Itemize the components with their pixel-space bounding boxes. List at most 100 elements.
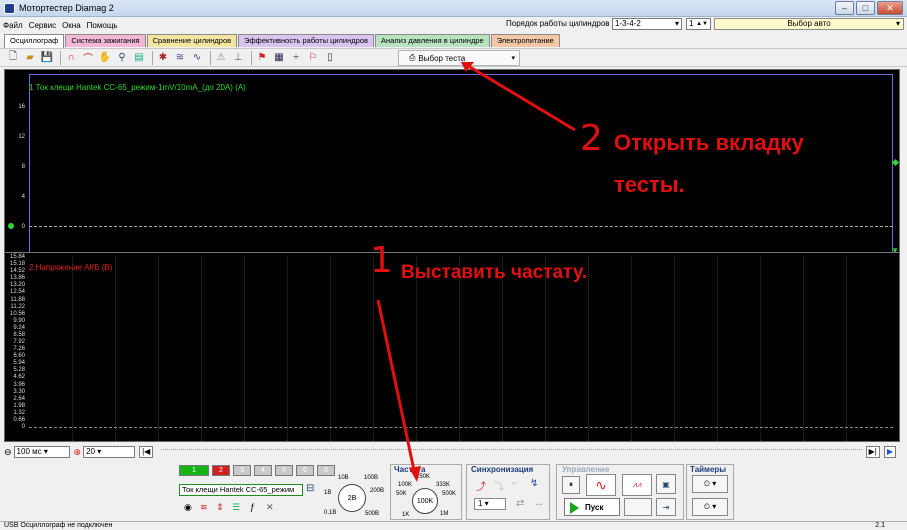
channel-2-tick: 11.22 xyxy=(10,303,25,310)
eye-icon[interactable]: ◉ xyxy=(184,502,192,513)
time-minus-icon[interactable]: ⊖ xyxy=(4,447,12,458)
time-plus-icon[interactable]: ⊕ xyxy=(74,447,82,458)
chevron-down-icon: ▾ xyxy=(895,19,900,28)
open-folder-icon[interactable]: ▰ xyxy=(23,51,37,65)
step-back-button[interactable]: |◀ xyxy=(139,446,154,458)
cylinder-order-label: Порядок работы цилиндров xyxy=(506,19,610,28)
channel-button-3[interactable]: 3 xyxy=(233,465,251,476)
lines-icon[interactable]: ☰ xyxy=(232,502,240,513)
channel-button-0[interactable]: 0 xyxy=(317,465,335,476)
time-base-select[interactable]: 100 мс ▾ xyxy=(13,446,70,458)
channel-2-tick: 11.88 xyxy=(10,296,25,303)
channel-button-6[interactable]: 6 xyxy=(296,465,314,476)
table-icon[interactable]: ▦ xyxy=(272,51,286,65)
flag-icon[interactable]: ⚐ xyxy=(306,51,320,65)
auto-select[interactable]: Выбор авто ▾ xyxy=(714,18,904,30)
warning-icon[interactable]: ⚠ xyxy=(214,51,228,65)
channel-button-5[interactable]: 5 xyxy=(275,465,293,476)
probe-select[interactable]: Ток клещи Hantek CC-65_режим xyxy=(179,484,303,496)
control-title: Управление xyxy=(562,465,610,474)
sync-arrows-icon[interactable]: ↔ xyxy=(534,498,544,509)
sync-rise-icon[interactable]: ⤴ xyxy=(476,478,486,493)
channel-button-4[interactable]: 4 xyxy=(254,465,272,476)
sync-channel-select[interactable]: 1 ▾ xyxy=(474,498,506,510)
spin-arrows-icon: ▲▼ xyxy=(696,21,708,27)
new-file-icon[interactable]: 🗋 xyxy=(6,51,20,65)
channel-2-tick: 7.26 xyxy=(13,346,25,353)
wave-filter-icon[interactable]: ≋ xyxy=(200,502,208,513)
cylinder-order-select[interactable]: 1-3-4-2 ▾ xyxy=(612,18,682,30)
magnet-icon[interactable]: ∩ xyxy=(64,51,78,65)
sine-mode-button[interactable]: ∿ xyxy=(586,474,616,496)
sync-step-icon[interactable]: ⌐ xyxy=(512,478,518,489)
filter-icon[interactable]: ▤ xyxy=(132,51,146,65)
cylinder-spin[interactable]: 1 ▲▼ xyxy=(686,18,711,30)
tab-ignition[interactable]: Система зажигания xyxy=(65,34,146,47)
menu-service[interactable]: Сервис xyxy=(26,21,59,30)
sync-fall-icon[interactable]: ⤵ xyxy=(494,478,504,493)
scrollbar[interactable] xyxy=(161,449,862,455)
channel-1-zero-line xyxy=(29,226,893,227)
scale-select[interactable]: 20 ▾ xyxy=(83,446,136,458)
tools-icon[interactable]: ✕ xyxy=(266,502,274,513)
tab-pressure-analysis[interactable]: Анализ давления в цилиндре xyxy=(374,34,490,47)
channel-2-tick: 1.32 xyxy=(13,409,25,416)
trigger-icon[interactable]: ⊥ xyxy=(231,51,245,65)
flag-filter-icon[interactable]: ⚑ xyxy=(255,51,269,65)
screen-mode-button[interactable]: ▣ xyxy=(656,474,676,494)
channel-1-label: 1 Ток клещи Hantek CC-65_режим-1mV/10mA_… xyxy=(29,83,246,92)
menu-windows[interactable]: Окна xyxy=(59,21,84,30)
maximize-button[interactable]: □ xyxy=(856,1,875,15)
freq-mark-1k: 1K xyxy=(402,512,410,518)
save-icon[interactable]: 💾 xyxy=(40,51,54,65)
channel-1-level-marker[interactable] xyxy=(891,158,900,167)
curve-icon[interactable]: ⌒ xyxy=(81,51,95,65)
sync-cross-icon[interactable]: ⇄ xyxy=(516,498,524,509)
hand-icon[interactable]: ✋ xyxy=(98,51,112,65)
close-button[interactable]: ✕ xyxy=(877,1,903,15)
split-icon[interactable]: ÷ xyxy=(289,51,303,65)
annotation-2-text-line1: Открыть вкладку xyxy=(614,130,804,155)
timer-1-button[interactable]: ⏲ ▾ xyxy=(692,475,728,493)
export-button[interactable]: ⇥ xyxy=(656,498,676,516)
freq-mark-1m: 1M xyxy=(440,511,449,517)
pause-button[interactable]: ⏸ xyxy=(562,476,580,494)
channel-2-tick: 3.30 xyxy=(13,388,25,395)
tab-oscilloscope[interactable]: Осциллограф xyxy=(4,34,65,48)
tests-select-button[interactable]: ⎙ Выбор теста ▾ xyxy=(398,50,520,66)
wave-mode-button[interactable]: ⩘⩘ xyxy=(622,474,652,496)
play-button[interactable]: ▶ xyxy=(883,446,896,458)
channel-button-1[interactable]: 1 xyxy=(179,465,209,476)
menu-file[interactable]: Файл xyxy=(0,21,26,30)
minimize-button[interactable]: – xyxy=(835,1,854,15)
tab-power-supply[interactable]: Электропитание xyxy=(490,34,560,47)
sync-auto-icon[interactable]: ↯ xyxy=(530,478,538,489)
timer-2-button[interactable]: ⏲ ▾ xyxy=(692,498,728,516)
probe-settings-icon[interactable]: ⊟ xyxy=(306,483,314,494)
voltage-knob[interactable]: 2В xyxy=(338,484,366,512)
trigger-arrow-icon[interactable]: ▼ xyxy=(891,246,899,255)
step-forward-button[interactable]: ▶| xyxy=(865,446,880,458)
control-panel: 1 2 3 4 5 6 0 Ток клещи Hantek CC-65_реж… xyxy=(172,460,736,522)
frequency-knob[interactable]: 100K xyxy=(412,488,438,514)
tab-cylinder-efficiency[interactable]: Эффективность работы цилиндров xyxy=(238,34,374,47)
channel-1-tick: 8 xyxy=(21,164,25,170)
page-icon[interactable]: ▯ xyxy=(323,51,337,65)
channel-2-tick: 8.58 xyxy=(13,331,25,338)
channel-button-2[interactable]: 2 xyxy=(212,465,230,476)
start-button[interactable]: Пуск xyxy=(564,498,620,516)
function-icon[interactable]: ƒ xyxy=(250,502,255,512)
zoom-icon[interactable]: ⚲ xyxy=(115,51,129,65)
tab-cylinder-compare[interactable]: Сравнение цилиндров xyxy=(146,34,238,47)
channel-2-zero-line xyxy=(29,427,893,428)
menu-help[interactable]: Помощь xyxy=(84,21,121,30)
connection-status: USB Осциллограф не подключен xyxy=(4,522,113,529)
wave-icon[interactable]: ≋ xyxy=(173,51,187,65)
blank-button[interactable] xyxy=(624,498,652,516)
channel-2-tick: 15.18 xyxy=(9,261,25,268)
oscilloscope-screen[interactable]: 1 Ток клещи Hantek CC-65_режим-1mV/10mA_… xyxy=(4,69,900,442)
move-icon[interactable]: ⇕ xyxy=(216,502,224,513)
sine-icon[interactable]: ∿ xyxy=(190,51,204,65)
channel-1-marker[interactable] xyxy=(8,223,14,229)
markers-icon[interactable]: ✱ xyxy=(156,51,170,65)
